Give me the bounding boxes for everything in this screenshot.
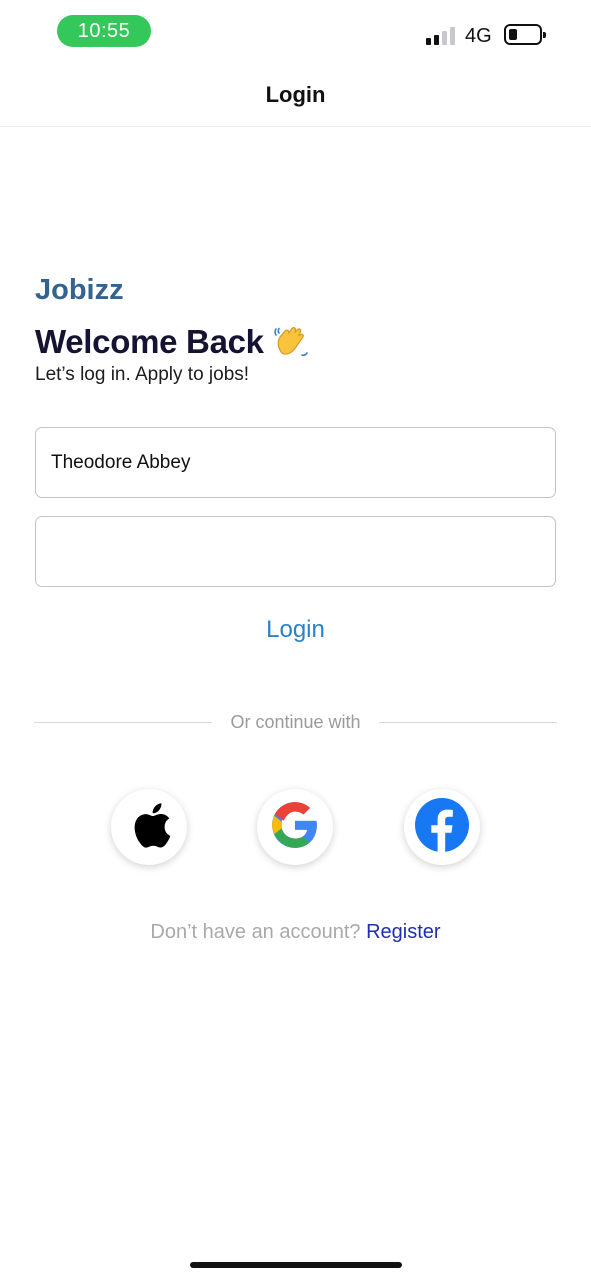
register-prompt: Don’t have an account?: [150, 921, 361, 943]
facebook-login-button[interactable]: [404, 789, 480, 865]
password-field[interactable]: [35, 516, 556, 587]
or-continue-divider: Or continue with: [34, 712, 557, 732]
welcome-title: Welcome Back: [35, 323, 264, 360]
cellular-signal-icon: [426, 25, 456, 45]
facebook-icon: [414, 797, 470, 858]
home-indicator[interactable]: [190, 1262, 402, 1268]
username-input[interactable]: [36, 428, 555, 497]
apple-icon: [125, 799, 173, 856]
divider-line-right: [379, 722, 557, 723]
network-type: 4G: [465, 25, 492, 47]
page-title: Login: [265, 82, 326, 107]
google-login-button[interactable]: [257, 789, 333, 865]
welcome-heading: Welcome Back: [35, 323, 310, 361]
username-field[interactable]: [35, 427, 556, 498]
welcome-subtitle: Let’s log in. Apply to jobs!: [35, 364, 250, 385]
nav-header: Login: [0, 64, 591, 127]
google-icon: [270, 800, 320, 855]
register-link[interactable]: Register: [366, 921, 440, 943]
battery-icon: [504, 24, 546, 45]
apple-login-button[interactable]: [111, 789, 187, 865]
status-time: 10:55: [57, 15, 151, 47]
brand-name: Jobizz: [35, 274, 124, 306]
status-bar: 10:55 4G: [0, 0, 591, 64]
register-row: Don’t have an account? Register: [0, 921, 591, 944]
login-button[interactable]: Login: [0, 616, 591, 644]
waving-hand-icon: [272, 323, 310, 361]
password-input[interactable]: [36, 517, 555, 586]
